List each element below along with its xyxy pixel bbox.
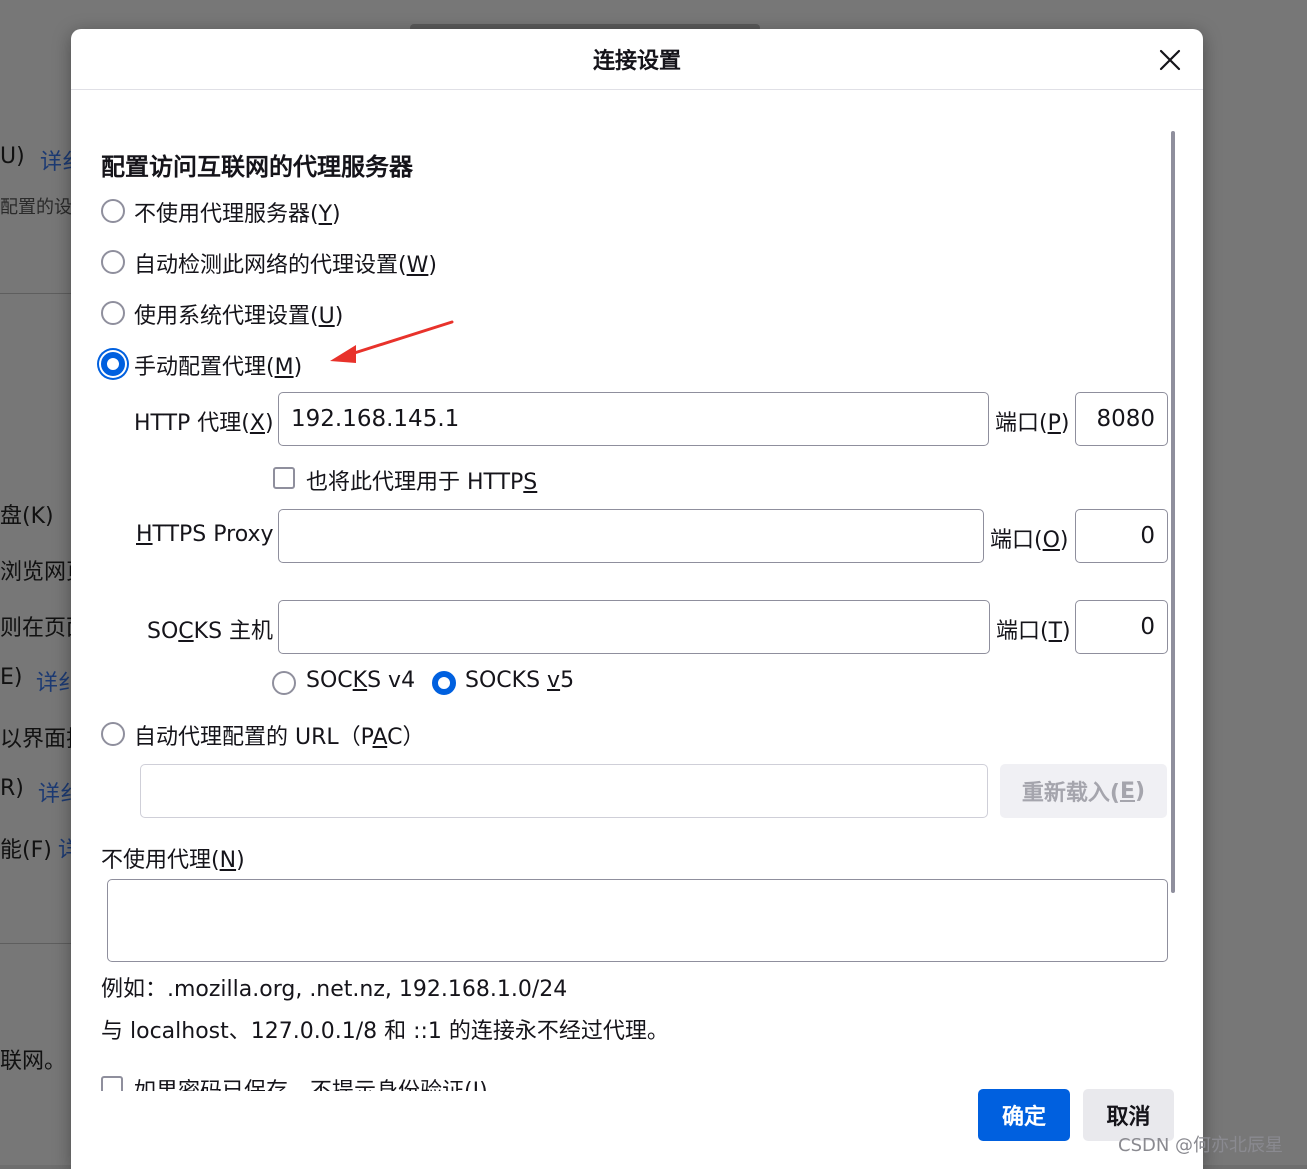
pac-radio[interactable]: [101, 722, 125, 746]
socks-host-input[interactable]: [278, 600, 990, 654]
bg-fragment: E): [0, 665, 23, 690]
socks-v5-label[interactable]: SOCKS v5: [465, 668, 574, 693]
no-proxy-for-textarea[interactable]: [107, 879, 1168, 962]
http-proxy-label: HTTP 代理(X): [134, 411, 274, 436]
system-proxy-radio[interactable]: [101, 301, 125, 325]
socks-host-label: SOCKS 主机: [147, 619, 274, 644]
socks-port-label: 端口(T): [996, 619, 1071, 644]
socks-port-input[interactable]: 0: [1075, 600, 1168, 654]
localhost-note: 与 localhost、127.0.0.1/8 和 ::1 的连接永不经过代理。: [101, 1019, 669, 1044]
no-proxy-label[interactable]: 不使用代理服务器(Y): [134, 196, 341, 228]
auth-prompt-checkbox[interactable]: [101, 1076, 123, 1091]
system-proxy-label[interactable]: 使用系统代理设置(U): [134, 298, 343, 330]
no-proxy-example: 例如：.mozilla.org, .net.nz, 192.168.1.0/24: [101, 977, 568, 1002]
http-proxy-input[interactable]: 192.168.145.1: [278, 392, 989, 446]
manual-proxy-label[interactable]: 手动配置代理(M): [134, 349, 302, 381]
section-title: 配置访问互联网的代理服务器: [101, 153, 413, 181]
bg-fragment: 能(F): [0, 838, 52, 863]
socks-v4-label[interactable]: SOCKS v4: [306, 668, 415, 693]
auto-detect-radio[interactable]: [101, 250, 125, 274]
socks-v5-radio[interactable]: [432, 671, 456, 695]
no-proxy-for-label: 不使用代理(N): [101, 848, 245, 873]
https-proxy-label: HTTPS Proxy: [136, 522, 274, 547]
bg-fragment: R): [0, 776, 24, 801]
bg-fragment: 配置的设: [0, 197, 72, 218]
bg-divider: [0, 293, 72, 294]
bg-fragment: 联网。: [0, 1049, 67, 1074]
https-proxy-input[interactable]: [278, 509, 984, 563]
bg-fragment: 盘(K): [0, 504, 54, 529]
connection-settings-dialog: 连接设置 配置访问互联网的代理服务器 不使用代理服务器(Y) 自动检测此网络的代…: [71, 29, 1203, 1169]
dialog-title: 连接设置: [592, 49, 681, 74]
watermark: CSDN @何亦北辰星: [1118, 1135, 1284, 1156]
pac-label[interactable]: 自动代理配置的 URL（PAC）: [134, 719, 425, 751]
pac-url-input[interactable]: [140, 764, 988, 818]
https-port-label: 端口(O): [990, 528, 1069, 553]
auth-prompt-label[interactable]: 如果密码已保存，不提示身份验证(I): [134, 1073, 488, 1091]
socks-v4-radio[interactable]: [272, 671, 296, 695]
ok-button[interactable]: 确定: [978, 1089, 1070, 1141]
also-https-checkbox[interactable]: [273, 467, 295, 489]
dialog-content: 配置访问互联网的代理服务器 不使用代理服务器(Y) 自动检测此网络的代理设置(W…: [71, 91, 1203, 1091]
auto-detect-label[interactable]: 自动检测此网络的代理设置(W): [134, 247, 437, 279]
no-proxy-radio[interactable]: [101, 199, 125, 223]
annotation-arrow-icon: [330, 320, 454, 363]
bg-divider: [0, 943, 72, 944]
bg-fragment: U): [0, 144, 25, 169]
reload-pac-button[interactable]: 重新载入(E): [1000, 764, 1167, 818]
close-icon: [1159, 49, 1181, 71]
manual-proxy-radio[interactable]: [101, 352, 125, 376]
http-port-label: 端口(P): [995, 411, 1070, 436]
close-button[interactable]: [1153, 43, 1187, 77]
also-https-label[interactable]: 也将此代理用于 HTTPS: [306, 464, 537, 496]
http-port-input[interactable]: 8080: [1075, 392, 1168, 446]
dialog-header: 连接设置: [71, 29, 1203, 90]
dialog-scrollbar[interactable]: [1171, 131, 1175, 893]
https-port-input[interactable]: 0: [1075, 509, 1168, 563]
